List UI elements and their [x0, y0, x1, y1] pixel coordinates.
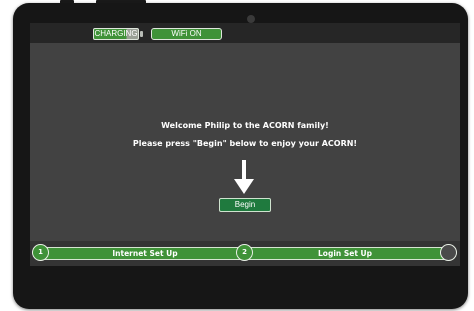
- step-1-label: Internet Set Up: [112, 249, 178, 258]
- step-end-indicator: [440, 244, 457, 261]
- wifi-status-badge: WiFi ON: [151, 28, 222, 40]
- step-2-label: Login Set Up: [318, 249, 372, 258]
- status-bar: CHARGING WiFi ON: [30, 23, 460, 43]
- down-arrow-icon: [234, 160, 254, 194]
- setup-progress-bar: 1 Internet Set Up 2 Login Set Up: [30, 241, 460, 266]
- instruction-message: Please press "Begin" below to enjoy your…: [132, 139, 358, 148]
- camera-icon: [247, 15, 255, 23]
- battery-icon: [140, 31, 143, 37]
- step-2-indicator: 2: [236, 244, 253, 261]
- tablet-screen: CHARGING WiFi ON Welcome Philip to the A…: [30, 23, 460, 266]
- begin-button[interactable]: Begin: [219, 198, 271, 212]
- charging-indicator: CHARGING: [93, 28, 139, 40]
- step-1-indicator: 1: [32, 244, 49, 261]
- welcome-message: Welcome Philip to the ACORN family!: [161, 121, 329, 130]
- welcome-panel: Welcome Philip to the ACORN family! Plea…: [30, 43, 460, 241]
